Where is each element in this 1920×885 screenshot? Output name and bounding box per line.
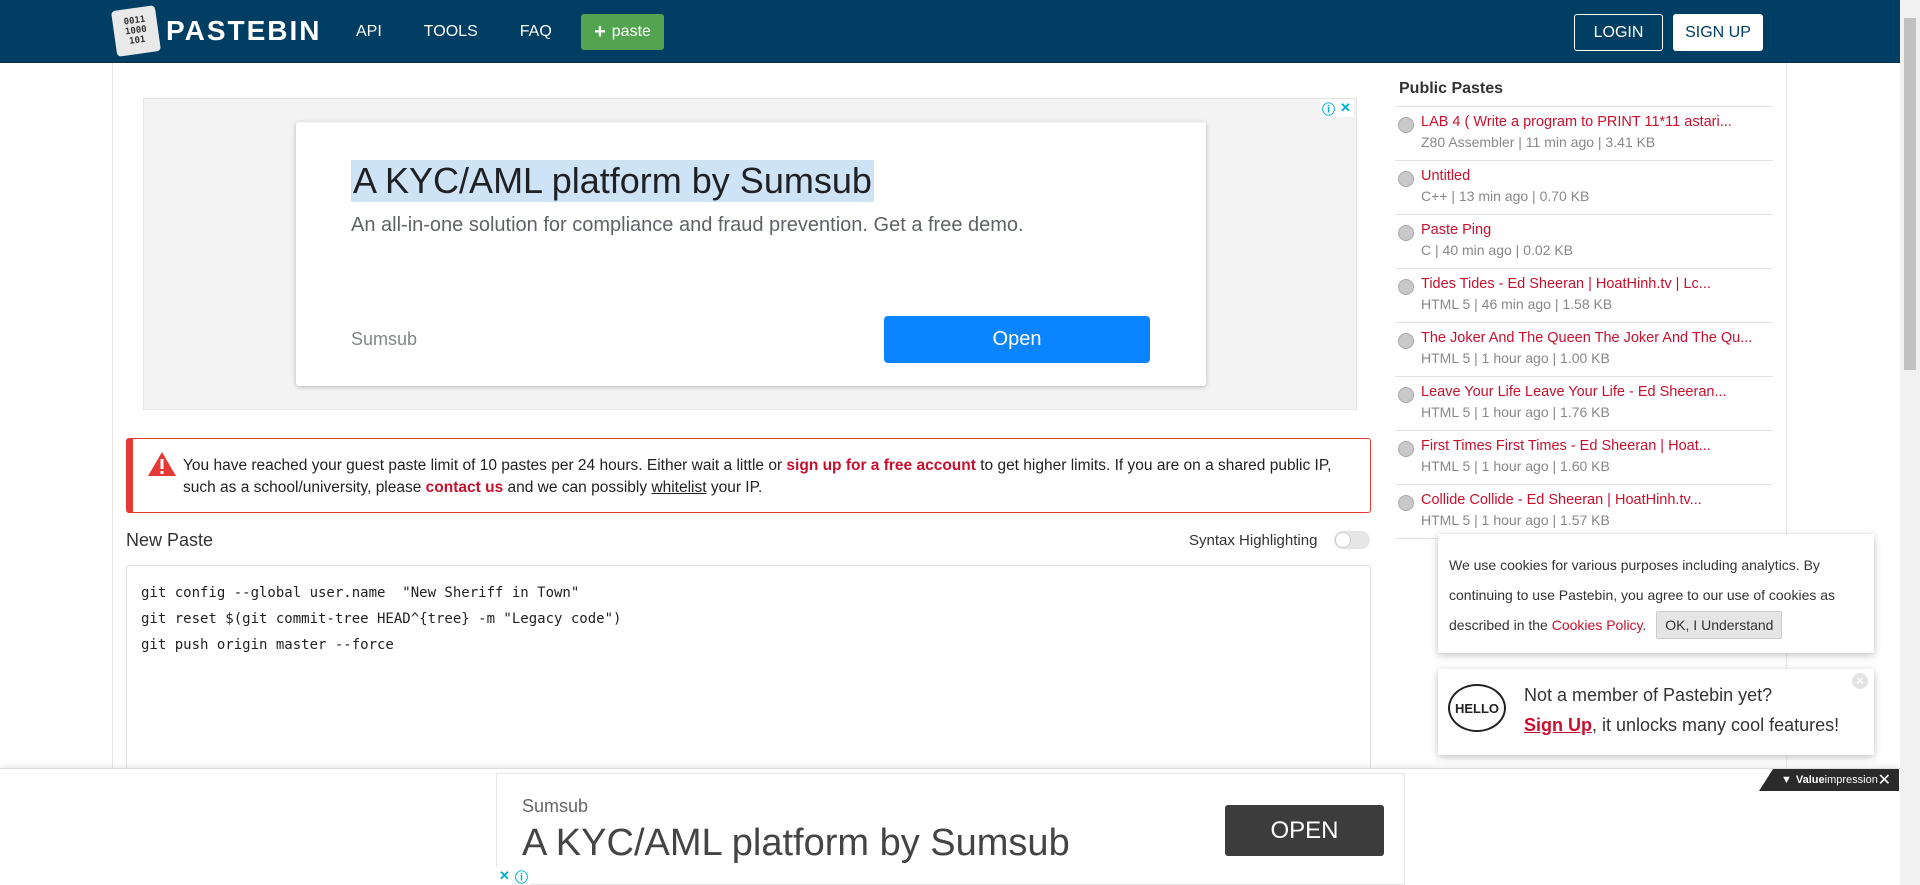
public-paste-item: Collide Collide - Ed Sheeran | HoatHinh.… [1395, 485, 1773, 539]
public-paste-meta: C | 40 min ago | 0.02 KB [1421, 242, 1574, 258]
ad-info-icon[interactable]: ⓘ [513, 867, 530, 885]
ad-close-icon[interactable]: ✕ [1337, 99, 1354, 117]
public-paste-meta: HTML 5 | 1 hour ago | 1.00 KB [1421, 350, 1610, 366]
member-signup-link[interactable]: Sign Up [1524, 715, 1592, 735]
hello-icon: HELLO [1448, 684, 1506, 732]
public-paste-meta: Z80 Assembler | 11 min ago | 3.41 KB [1421, 134, 1656, 150]
ad-description: An all-in-one solution for compliance an… [351, 214, 1024, 236]
code-line: git reset $(git commit-tree HEAD^{tree} … [141, 611, 622, 627]
close-icon[interactable]: ✕ [1852, 673, 1868, 689]
cookie-text-end: . [1642, 617, 1647, 633]
public-paste-link[interactable]: Collide Collide - Ed Sheeran | HoatHinh.… [1421, 485, 1773, 508]
cookie-notice: We use cookies for various purposes incl… [1438, 534, 1874, 653]
bottom-ad-choices[interactable]: ✕ ⓘ [496, 867, 530, 885]
public-paste-item: The Joker And The Queen The Joker And Th… [1395, 323, 1773, 377]
ad-title: A KYC/AML platform by Sumsub [351, 160, 874, 202]
cookies-policy-link[interactable]: Cookies Policy [1552, 617, 1643, 633]
member-popup: HELLO Not a member of Pastebin yet? Sign… [1438, 669, 1874, 755]
toggle-knob [1335, 532, 1351, 548]
bottom-ad-card[interactable]: Sumsub A KYC/AML platform by Sumsub OPEN [496, 773, 1405, 885]
ad-info-icon[interactable]: ⓘ [1320, 99, 1337, 117]
public-paste-item: LAB 4 ( Write a program to PRINT 11*11 a… [1395, 107, 1773, 161]
public-pastes-list: LAB 4 ( Write a program to PRINT 11*11 a… [1395, 106, 1773, 539]
public-paste-meta: C++ | 13 min ago | 0.70 KB [1421, 188, 1590, 204]
nav-tools[interactable]: TOOLS [424, 23, 478, 41]
public-paste-link[interactable]: Leave Your Life Leave Your Life - Ed She… [1421, 377, 1773, 400]
public-paste-link[interactable]: First Times First Times - Ed Sheeran | H… [1421, 431, 1773, 454]
globe-icon [1398, 171, 1414, 187]
ad-card[interactable]: A KYC/AML platform by Sumsub An all-in-o… [296, 122, 1206, 386]
logo-icon: 0011 1000 101 [111, 5, 161, 57]
member-popup-text: Not a member of Pastebin yet? [1524, 685, 1773, 705]
warning-text-part: your IP. [706, 479, 763, 496]
badge-bold: Value [1795, 774, 1825, 786]
paste-limit-warning: You have reached your guest paste limit … [126, 438, 1371, 513]
close-icon[interactable]: ✕ [1878, 770, 1891, 790]
new-paste-title: New Paste [126, 530, 214, 550]
code-line: git push origin master --force [141, 637, 394, 653]
globe-icon [1398, 279, 1414, 295]
public-paste-meta: HTML 5 | 1 hour ago | 1.57 KB [1421, 512, 1610, 528]
syntax-highlighting-label: Syntax Highlighting [1189, 532, 1318, 549]
ad-choices[interactable]: ⓘ ✕ [1320, 99, 1354, 117]
globe-icon [1398, 387, 1414, 403]
new-paste-button[interactable]: + paste [581, 14, 664, 50]
nav-faq[interactable]: FAQ [520, 23, 552, 41]
warning-text: You have reached your guest paste limit … [183, 455, 1368, 499]
globe-icon [1398, 117, 1414, 133]
page-scrollbar[interactable] [1900, 0, 1920, 885]
public-paste-link[interactable]: Paste Ping [1421, 215, 1773, 238]
public-paste-meta: HTML 5 | 46 min ago | 1.58 KB [1421, 296, 1613, 312]
bottom-ad-title: A KYC/AML platform by Sumsub [522, 822, 1070, 864]
bottom-ad-open-button[interactable]: OPEN [1225, 805, 1384, 856]
member-popup-cta-text: , it unlocks many cool features! [1592, 715, 1840, 735]
scrollbar-thumb[interactable] [1904, 18, 1916, 370]
new-paste-label: paste [611, 23, 651, 40]
public-paste-link[interactable]: Untitled [1421, 161, 1773, 184]
ad-close-icon[interactable]: ✕ [496, 867, 513, 885]
public-paste-item: Untitled C++ | 13 min ago | 0.70 KB [1395, 161, 1773, 215]
syntax-highlighting-toggle[interactable] [1334, 531, 1370, 549]
public-paste-meta: HTML 5 | 1 hour ago | 1.60 KB [1421, 458, 1610, 474]
warning-text-part: You have reached your guest paste limit … [183, 457, 787, 474]
ad-open-button[interactable]: Open [884, 316, 1150, 363]
public-paste-link[interactable]: Tides Tides - Ed Sheeran | HoatHinh.tv |… [1421, 269, 1773, 292]
public-paste-link[interactable]: The Joker And The Queen The Joker And Th… [1421, 323, 1773, 346]
signup-button[interactable]: SIGN UP [1673, 14, 1763, 51]
public-paste-item: Paste Ping C | 40 min ago | 0.02 KB [1395, 215, 1773, 269]
valueimpression-logo-icon: ▼ [1781, 774, 1792, 786]
nav-api[interactable]: API [356, 23, 382, 41]
signup-link[interactable]: sign up for a free account [786, 457, 975, 474]
warning-text-part: and we can possibly [503, 479, 652, 496]
whitelist-link[interactable]: whitelist [651, 479, 706, 496]
public-paste-meta: HTML 5 | 1 hour ago | 1.76 KB [1421, 404, 1610, 420]
public-paste-item: Tides Tides - Ed Sheeran | HoatHinh.tv |… [1395, 269, 1773, 323]
top-ad[interactable]: ⓘ ✕ A KYC/AML platform by Sumsub An all-… [143, 98, 1357, 410]
cookie-accept-button[interactable]: OK, I Understand [1656, 611, 1783, 639]
badge-rest: impression [1824, 774, 1878, 786]
contact-link[interactable]: contact us [426, 479, 504, 496]
globe-icon [1398, 441, 1414, 457]
public-paste-item: Leave Your Life Leave Your Life - Ed She… [1395, 377, 1773, 431]
logo-text: PASTEBIN [166, 15, 322, 46]
public-paste-item: First Times First Times - Ed Sheeran | H… [1395, 431, 1773, 485]
globe-icon [1398, 495, 1414, 511]
valueimpression-badge: ▼ Value impression ✕ [1759, 769, 1899, 791]
ad-brand: Sumsub [351, 329, 418, 349]
site-header: 0011 1000 101 PASTEBIN API TOOLS FAQ + p… [0, 0, 1900, 63]
public-paste-link[interactable]: LAB 4 ( Write a program to PRINT 11*11 a… [1421, 107, 1773, 130]
globe-icon [1398, 333, 1414, 349]
public-pastes-title: Public Pastes [1399, 80, 1504, 97]
member-popup-cta: Sign Up, it unlocks many cool features! [1524, 715, 1839, 736]
plus-icon: + [594, 20, 606, 43]
main-nav: API TOOLS FAQ [356, 0, 594, 63]
bottom-ad-brand: Sumsub [522, 796, 589, 816]
warning-icon [148, 452, 176, 476]
login-button[interactable]: LOGIN [1574, 14, 1663, 51]
globe-icon [1398, 225, 1414, 241]
logo[interactable]: 0011 1000 101 PASTEBIN [111, 5, 322, 57]
code-line: git config --global user.name "New Sheri… [141, 585, 580, 601]
